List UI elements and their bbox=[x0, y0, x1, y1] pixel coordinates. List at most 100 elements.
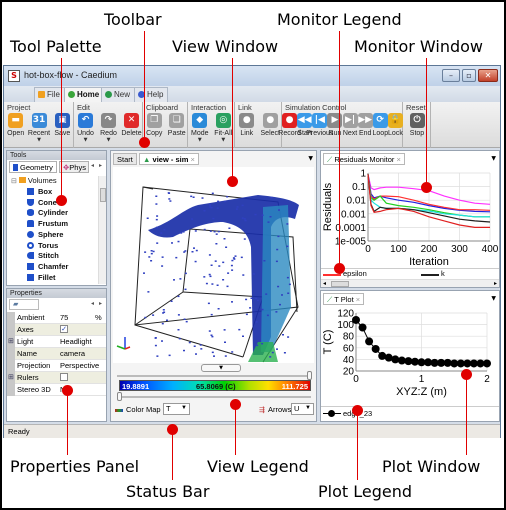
tool-item-frustum[interactable]: Frustum bbox=[27, 219, 68, 228]
tab-residuals-monitor[interactable]: ⟋ Residuals Monitor × bbox=[323, 153, 405, 165]
maximize-button[interactable]: ▫ bbox=[462, 69, 476, 82]
collapse-legend-button[interactable]: ▼ bbox=[201, 364, 241, 372]
property-row-rulers[interactable]: ⊞ Rulers bbox=[8, 372, 106, 384]
property-row-projection[interactable]: Projection Perspective bbox=[15, 360, 106, 372]
tab-scroll-right-icon[interactable]: ▸ bbox=[99, 162, 102, 169]
recent-button[interactable]: 31 Recent ▼ bbox=[28, 113, 50, 143]
y-tick-label: 1 bbox=[360, 169, 366, 180]
close-button[interactable]: ✕ bbox=[478, 69, 498, 82]
vector-arrow bbox=[279, 303, 281, 306]
legend-swatch-k bbox=[421, 274, 439, 276]
undo-button[interactable]: ↶ Undo ▼ bbox=[75, 113, 97, 143]
expand-icon[interactable]: ⊞ bbox=[8, 337, 14, 345]
tool-item-sphere[interactable]: Sphere bbox=[27, 230, 63, 239]
property-row-stereo-3d[interactable]: Stereo 3DNo bbox=[15, 384, 106, 396]
tool-item-cylinder[interactable]: Cylinder bbox=[27, 208, 68, 217]
dropdown-arrow-icon[interactable]: ▼ bbox=[98, 137, 120, 143]
vector-arrow bbox=[192, 196, 195, 198]
collapse-icon: ⊟ bbox=[11, 178, 17, 185]
y-tick-label: 120 bbox=[337, 309, 354, 320]
vector-arrow bbox=[256, 299, 259, 302]
tab-start[interactable]: Start bbox=[113, 153, 137, 165]
close-tab-icon[interactable]: × bbox=[356, 295, 360, 304]
top-slider[interactable] bbox=[117, 375, 311, 377]
tools-scrollbar[interactable] bbox=[98, 176, 106, 284]
y-tick-label: 60 bbox=[343, 343, 355, 354]
tool-item-stitch[interactable]: Stitch bbox=[27, 251, 59, 260]
scroll-right-icon[interactable]: ▸ bbox=[494, 280, 497, 287]
property-key: Ambient bbox=[17, 313, 45, 322]
vector-arrow bbox=[203, 276, 206, 278]
stop-button[interactable]: ⏻ Stop bbox=[406, 113, 428, 137]
callout-plot-legend: Plot Legend bbox=[318, 482, 413, 501]
fit-all-button[interactable]: ◎ Fit-All ▼ bbox=[212, 113, 234, 143]
close-tab-icon[interactable]: × bbox=[190, 155, 194, 164]
property-value[interactable]: Headlight bbox=[60, 337, 92, 346]
scroll-left-icon[interactable]: ◂ bbox=[323, 280, 326, 287]
property-row-ambient[interactable]: Ambient 75% bbox=[15, 312, 106, 324]
minimize-button[interactable]: – bbox=[442, 69, 460, 82]
vector-arrow bbox=[146, 217, 149, 219]
bottom-slider[interactable] bbox=[117, 396, 311, 398]
mode-button[interactable]: ◆ Mode ▼ bbox=[189, 113, 211, 143]
arrows-select[interactable]: U ▼ bbox=[291, 403, 314, 415]
callout-properties-panel: Properties Panel bbox=[10, 457, 140, 476]
vector-arrow bbox=[223, 329, 226, 331]
color-map-select[interactable]: T ▼ bbox=[163, 403, 190, 415]
dropdown-arrow-icon[interactable]: ▼ bbox=[28, 137, 50, 143]
tab-new[interactable]: New bbox=[101, 87, 136, 102]
tab-home[interactable]: Home bbox=[64, 87, 105, 102]
tab-view-sim[interactable]: ▲ view - sim × bbox=[139, 153, 199, 165]
tab-geometry[interactable]: Geometry bbox=[9, 161, 57, 173]
property-checkbox[interactable]: ✓ bbox=[60, 325, 68, 333]
monitor-menu-icon[interactable]: ▼ bbox=[491, 155, 496, 162]
tab-scroll-left-icon[interactable]: ◂ bbox=[91, 162, 94, 169]
close-tab-icon[interactable]: × bbox=[396, 155, 400, 164]
view-menu-icon[interactable]: ▼ bbox=[308, 155, 313, 162]
vector-arrow bbox=[261, 214, 264, 216]
dropdown-arrow-icon[interactable]: ▼ bbox=[75, 137, 97, 143]
property-value[interactable]: Perspective bbox=[60, 361, 99, 370]
tool-item-torus[interactable]: Torus bbox=[27, 241, 58, 250]
vector-arrow bbox=[182, 231, 185, 233]
plot-menu-icon[interactable]: ▼ bbox=[491, 295, 496, 302]
vector-arrow bbox=[170, 300, 173, 302]
ribbon-group-project: Project ▬ Open 31 Recent ▼ ▣ Save bbox=[4, 102, 74, 148]
x-tick-label: 0 bbox=[365, 244, 371, 255]
scroll-thumb[interactable] bbox=[331, 281, 349, 287]
tool-item-chamfer[interactable]: Chamfer bbox=[27, 262, 68, 271]
tree-root-volumes[interactable]: ⊟ Volumes bbox=[11, 176, 57, 185]
camera-icon[interactable]: ▰ bbox=[9, 299, 39, 310]
dropdown-arrow-icon[interactable]: ▼ bbox=[189, 137, 211, 143]
tab-help[interactable]: Help bbox=[134, 87, 169, 102]
cone-icon bbox=[27, 198, 34, 206]
top-slider-thumb[interactable] bbox=[307, 371, 312, 380]
scroll-thumb[interactable] bbox=[100, 188, 106, 202]
expand-icon[interactable]: ⊞ bbox=[8, 373, 14, 381]
callout-line-properties-panel bbox=[67, 390, 68, 455]
dropdown-arrow-icon[interactable]: ▼ bbox=[212, 137, 234, 143]
legend-scrollbar[interactable]: ◂ ▸ bbox=[321, 279, 499, 287]
tool-item-box[interactable]: Box bbox=[27, 187, 52, 196]
property-row-axes[interactable]: Axes ✓ bbox=[15, 324, 106, 336]
tab-physics[interactable]: ✥Phys bbox=[59, 161, 89, 173]
tool-item-cone[interactable]: Cone bbox=[27, 198, 57, 207]
vector-arrow bbox=[235, 208, 238, 210]
tool-item-fillet[interactable]: Fillet bbox=[27, 273, 56, 282]
property-row-light[interactable]: ⊞ Light Headlight bbox=[8, 336, 106, 348]
props-scroll-right-icon[interactable]: ▸ bbox=[99, 300, 102, 307]
tool-item-label: Cone bbox=[38, 197, 57, 207]
property-value[interactable]: camera bbox=[60, 349, 85, 358]
bottom-slider-thumb[interactable] bbox=[117, 392, 122, 401]
property-checkbox[interactable] bbox=[60, 373, 68, 381]
vector-arrow bbox=[207, 302, 210, 305]
vector-arrow bbox=[203, 228, 206, 231]
property-row-name[interactable]: Name camera bbox=[15, 348, 106, 360]
tab-t-plot[interactable]: ⟋ T Plot × bbox=[323, 293, 365, 305]
vector-arrow bbox=[155, 218, 158, 221]
property-value[interactable]: 75 bbox=[60, 313, 68, 322]
vector-arrow bbox=[255, 321, 258, 323]
redo-button[interactable]: ↷ Redo ▼ bbox=[98, 113, 120, 143]
3d-viewport[interactable] bbox=[113, 167, 314, 363]
props-scroll-left-icon[interactable]: ◂ bbox=[91, 300, 94, 307]
